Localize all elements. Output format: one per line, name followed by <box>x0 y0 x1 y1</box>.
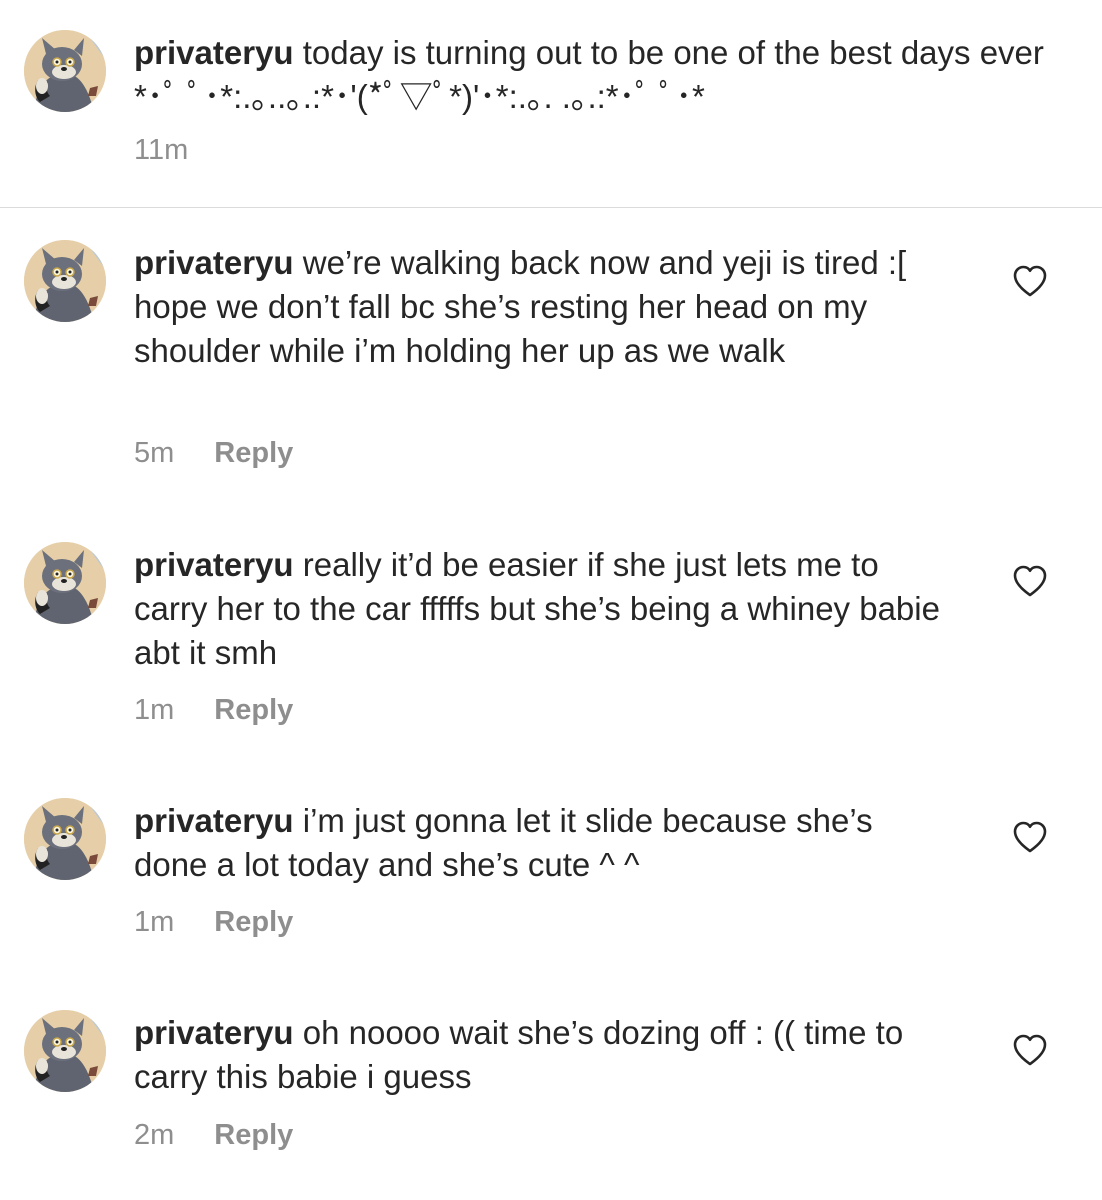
heart-outline-icon[interactable] <box>1012 564 1048 598</box>
avatar[interactable] <box>24 30 106 112</box>
heart-outline-icon[interactable] <box>1012 264 1048 298</box>
comment-meta: 2m Reply <box>134 1119 293 1152</box>
comment-time: 1m <box>134 694 175 726</box>
reply-button[interactable]: Reply <box>214 906 293 938</box>
heart-outline-icon[interactable] <box>1012 1033 1048 1067</box>
reply-button[interactable]: Reply <box>214 1119 293 1151</box>
cat-avatar-icon <box>24 1010 106 1092</box>
comment-time: 2m <box>134 1119 175 1151</box>
comment-text: privateryu today is turning out to be on… <box>134 31 1054 119</box>
comment-time: 1m <box>134 906 175 938</box>
divider <box>0 207 1102 208</box>
comment-meta: 1m Reply <box>134 906 293 939</box>
comment-text: privateryu oh noooo wait she’s dozing of… <box>134 1011 914 1099</box>
reply-button[interactable]: Reply <box>214 437 293 469</box>
cat-avatar-icon <box>24 542 106 624</box>
cat-avatar-icon <box>24 798 106 880</box>
comment-username[interactable]: privateryu <box>134 802 294 839</box>
avatar[interactable] <box>24 240 106 322</box>
cat-avatar-icon <box>24 240 106 322</box>
comment-username[interactable]: privateryu <box>134 244 294 281</box>
comment-meta: 5m Reply <box>134 437 293 470</box>
cat-avatar-icon <box>24 30 106 112</box>
avatar[interactable] <box>24 542 106 624</box>
comment-time: 11m <box>134 134 189 166</box>
comment-username[interactable]: privateryu <box>134 1014 294 1051</box>
heart-outline-icon[interactable] <box>1012 820 1048 854</box>
comment-text: privateryu really it’d be easier if she … <box>134 543 944 675</box>
comment-time: 5m <box>134 437 175 469</box>
comment-username[interactable]: privateryu <box>134 546 294 583</box>
comment-username[interactable]: privateryu <box>134 34 294 71</box>
comment-meta: 11m <box>134 134 188 167</box>
avatar[interactable] <box>24 798 106 880</box>
comment-text: privateryu i’m just gonna let it slide b… <box>134 799 924 887</box>
avatar[interactable] <box>24 1010 106 1092</box>
comment-meta: 1m Reply <box>134 694 293 727</box>
reply-button[interactable]: Reply <box>214 694 293 726</box>
comment-text: privateryu we’re walking back now and ye… <box>134 241 934 373</box>
